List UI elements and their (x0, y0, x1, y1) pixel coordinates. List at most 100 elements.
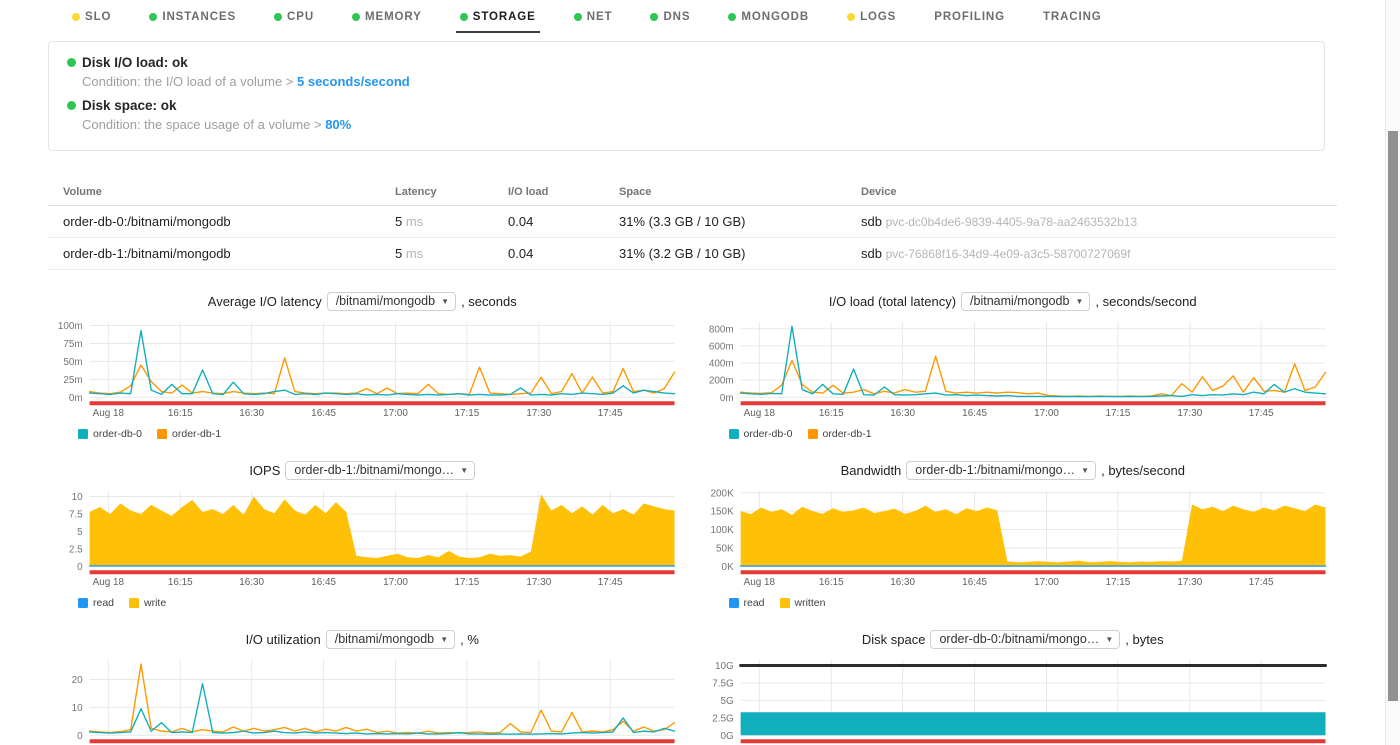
condition-threshold-link[interactable]: 5 seconds/second (297, 74, 410, 89)
chart-selector-value: order-db-1:/bitnami/mongo… (294, 463, 454, 477)
green-status-dot-icon (650, 13, 658, 21)
tab-logs[interactable]: LOGS (843, 5, 900, 33)
tab-net[interactable]: NET (570, 5, 617, 33)
tab-dns[interactable]: DNS (646, 5, 694, 33)
svg-text:0: 0 (77, 562, 83, 573)
svg-text:200m: 200m (708, 376, 733, 387)
alert-title-text: Disk I/O load: ok (82, 55, 188, 70)
svg-text:17:30: 17:30 (1177, 408, 1202, 419)
chevron-down-icon: ▼ (1105, 635, 1113, 644)
tab-cpu[interactable]: CPU (270, 5, 318, 33)
svg-text:17:45: 17:45 (1248, 577, 1273, 588)
svg-text:16:30: 16:30 (890, 577, 915, 588)
tab-slo[interactable]: SLO (68, 5, 115, 33)
chart-io-utilization: I/O utilization/bitnami/mongodb▼, %01020… (44, 630, 681, 745)
column-header: Space (604, 181, 846, 206)
chart-legend: order-db-0 order-db-1 (729, 428, 1332, 440)
scrollbar-thumb[interactable] (1388, 131, 1398, 701)
scrollbar-track[interactable] (1385, 0, 1400, 745)
tab-label: SLO (85, 11, 111, 23)
chart-selector[interactable]: order-db-1:/bitnami/mongo…▼ (906, 461, 1096, 480)
svg-text:17:45: 17:45 (598, 577, 623, 588)
tab-label: DNS (663, 11, 690, 23)
chart-title-text: IOPS (249, 463, 280, 478)
chart-iops: IOPSorder-db-1:/bitnami/mongo…▼02.557.51… (44, 461, 681, 609)
status-panel: Disk I/O load: okCondition: the I/O load… (48, 41, 1325, 151)
chart-plot-disk-space: 0G2.5G5G7.5G10GAug 1816:1516:3016:4517:0… (695, 654, 1332, 745)
condition-threshold-link[interactable]: 80% (325, 117, 351, 132)
legend-item-order-db-0[interactable]: order-db-0 (78, 428, 142, 440)
tab-tracing[interactable]: TRACING (1039, 5, 1106, 33)
legend-item-write[interactable]: write (129, 597, 166, 609)
column-header: I/O load (493, 181, 604, 206)
alert-title: Disk space: ok (67, 98, 1306, 113)
legend-swatch-icon (729, 598, 739, 608)
chart-legend: read written (729, 597, 1332, 609)
legend-swatch-icon (808, 429, 818, 439)
tab-storage[interactable]: STORAGE (456, 5, 540, 33)
svg-text:Aug 18: Aug 18 (93, 577, 125, 588)
svg-text:10: 10 (72, 703, 84, 714)
svg-text:0K: 0K (721, 562, 734, 573)
legend-item-written[interactable]: written (780, 597, 826, 609)
legend-item-read[interactable]: read (729, 597, 765, 609)
legend-item-order-db-1[interactable]: order-db-1 (808, 428, 872, 440)
chart-title-text: Bandwidth (841, 463, 902, 478)
svg-text:17:30: 17:30 (526, 408, 551, 419)
legend-label: order-db-0 (744, 428, 793, 440)
svg-text:16:30: 16:30 (239, 408, 264, 419)
tab-profiling[interactable]: PROFILING (930, 5, 1009, 33)
svg-text:600m: 600m (708, 341, 733, 352)
legend-item-read[interactable]: read (78, 597, 114, 609)
alert-item: Disk I/O load: okCondition: the I/O load… (67, 55, 1306, 89)
chart-disk-space: Disk spaceorder-db-0:/bitnami/mongo…▼, b… (695, 630, 1332, 745)
chart-title-text: I/O load (total latency) (829, 294, 956, 309)
svg-text:16:15: 16:15 (818, 577, 843, 588)
svg-text:0m: 0m (69, 393, 83, 404)
svg-text:17:00: 17:00 (383, 408, 408, 419)
svg-text:75m: 75m (63, 339, 82, 350)
tab-label: LOGS (860, 11, 896, 23)
tab-bar: SLO INSTANCES CPU MEMORY STORAGE NET DNS MONGOD… (0, 0, 1385, 32)
chart-title-text: Average I/O latency (208, 294, 322, 309)
tab-instances[interactable]: INSTANCES (145, 5, 240, 33)
volume-cell: order-db-1:/bitnami/mongodb (48, 238, 380, 270)
chart-title-text: Disk space (862, 632, 926, 647)
svg-text:17:15: 17:15 (454, 577, 479, 588)
chart-legend: read write (78, 597, 681, 609)
tab-mongodb[interactable]: MONGODB (724, 5, 813, 33)
tab-memory[interactable]: MEMORY (348, 5, 426, 33)
tab-label: CPU (287, 11, 314, 23)
alert-condition: Condition: the space usage of a volume >… (82, 117, 1306, 132)
chart-avg-io-latency: Average I/O latency/bitnami/mongodb▼, se… (44, 292, 681, 440)
svg-text:17:30: 17:30 (1177, 577, 1202, 588)
table-row: order-db-0:/bitnami/mongodb5 ms0.0431% (… (48, 206, 1337, 238)
legend-item-order-db-0[interactable]: order-db-0 (729, 428, 793, 440)
chart-selector[interactable]: /bitnami/mongodb▼ (327, 292, 456, 311)
chart-selector[interactable]: order-db-1:/bitnami/mongo…▼ (285, 461, 475, 480)
chart-plot-io-utilization: 01020Aug 1816:1516:3016:4517:0017:1517:3… (44, 654, 681, 745)
tab-label: PROFILING (934, 11, 1005, 23)
chart-selector[interactable]: /bitnami/mongodb▼ (326, 630, 455, 649)
chart-selector[interactable]: order-db-0:/bitnami/mongo…▼ (930, 630, 1120, 649)
chevron-down-icon: ▼ (1076, 297, 1084, 306)
legend-label: order-db-0 (93, 428, 142, 440)
green-status-dot-icon (67, 101, 76, 110)
tab-label: MONGODB (741, 11, 809, 23)
legend-swatch-icon (157, 429, 167, 439)
chart-bandwidth: Bandwidthorder-db-1:/bitnami/mongo…▼, by… (695, 461, 1332, 609)
svg-text:400m: 400m (708, 359, 733, 370)
tab-label: STORAGE (473, 11, 536, 23)
chart-plot-bandwidth: 0K50K100K150K200KAug 1816:1516:3016:4517… (695, 485, 1332, 596)
chart-plot-avg-io-latency: 0m25m50m75m100mAug 1816:1516:3016:4517:0… (44, 316, 681, 427)
device-pvc-id: pvc-dc0b4de6-9839-4405-9a78-aa2463532b13 (886, 215, 1138, 229)
svg-text:20: 20 (72, 675, 84, 686)
svg-text:800m: 800m (708, 324, 733, 335)
chart-selector[interactable]: /bitnami/mongodb ▼ (961, 292, 1090, 311)
chart-selector-value: /bitnami/mongodb (970, 294, 1069, 308)
alert-title: Disk I/O load: ok (67, 55, 1306, 70)
svg-text:100m: 100m (58, 321, 83, 332)
legend-item-order-db-1[interactable]: order-db-1 (157, 428, 221, 440)
legend-label: order-db-1 (172, 428, 221, 440)
tab-label: MEMORY (365, 11, 422, 23)
